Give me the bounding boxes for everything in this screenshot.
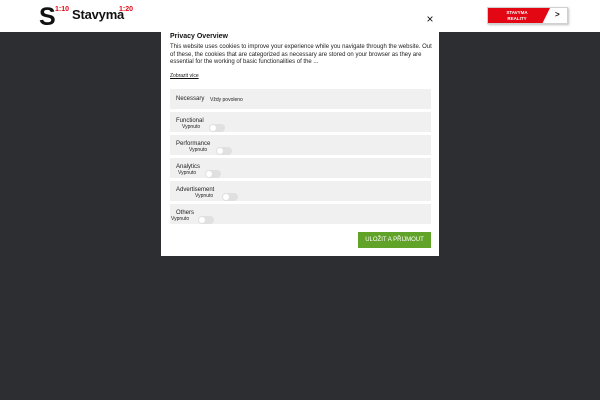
category-status: Vypnuto: [178, 170, 197, 176]
chevron-right-icon: >: [555, 10, 560, 19]
logo-s-scale: 1:10: [55, 6, 70, 13]
category-analytics[interactable]: Analytics Vypnuto: [170, 158, 431, 178]
modal-description: This website uses cookies to improve you…: [170, 44, 432, 65]
logo-s[interactable]: S: [39, 5, 56, 30]
privacy-modal: Privacy Overview This website uses cooki…: [161, 32, 439, 256]
functional-toggle[interactable]: [209, 124, 225, 132]
category-status: Vypnuto: [189, 147, 208, 153]
logo-stavyma-scale: 1:20: [119, 6, 134, 13]
save-and-accept-button[interactable]: ULOŽIT A PŘIJMOUT: [358, 232, 431, 248]
analytics-toggle[interactable]: [205, 170, 221, 178]
site-header: S 1:10 Stavyma 1:20 STAVYMA REALITY >: [0, 0, 600, 32]
logo-stavyma[interactable]: Stavyma: [72, 7, 124, 22]
stavyma-reality-button[interactable]: STAVYMA REALITY >: [487, 7, 568, 24]
category-performance[interactable]: Performance Vypnuto: [170, 135, 431, 155]
category-label: Necessary: [176, 96, 205, 102]
category-status: Vždy povoleno: [210, 97, 243, 103]
reality-label-line2: REALITY: [507, 15, 527, 21]
show-more-link[interactable]: Zobrazit více: [170, 73, 199, 79]
category-status: Vypnuto: [195, 193, 214, 199]
others-toggle[interactable]: [198, 216, 214, 224]
category-necessary[interactable]: Necessary Vždy povoleno: [170, 89, 431, 109]
category-others[interactable]: Others Vypnuto: [170, 204, 431, 224]
category-functional[interactable]: Functional Vypnuto: [170, 112, 431, 132]
category-status: Vypnuto: [171, 216, 190, 222]
category-advertisement[interactable]: Advertisement Vypnuto: [170, 181, 431, 201]
close-icon[interactable]: ×: [424, 13, 436, 25]
category-status: Vypnuto: [182, 124, 201, 130]
reality-label: STAVYMA REALITY: [492, 10, 542, 21]
performance-toggle[interactable]: [216, 147, 232, 155]
advertisement-toggle[interactable]: [222, 193, 238, 201]
modal-title: Privacy Overview: [170, 33, 228, 40]
